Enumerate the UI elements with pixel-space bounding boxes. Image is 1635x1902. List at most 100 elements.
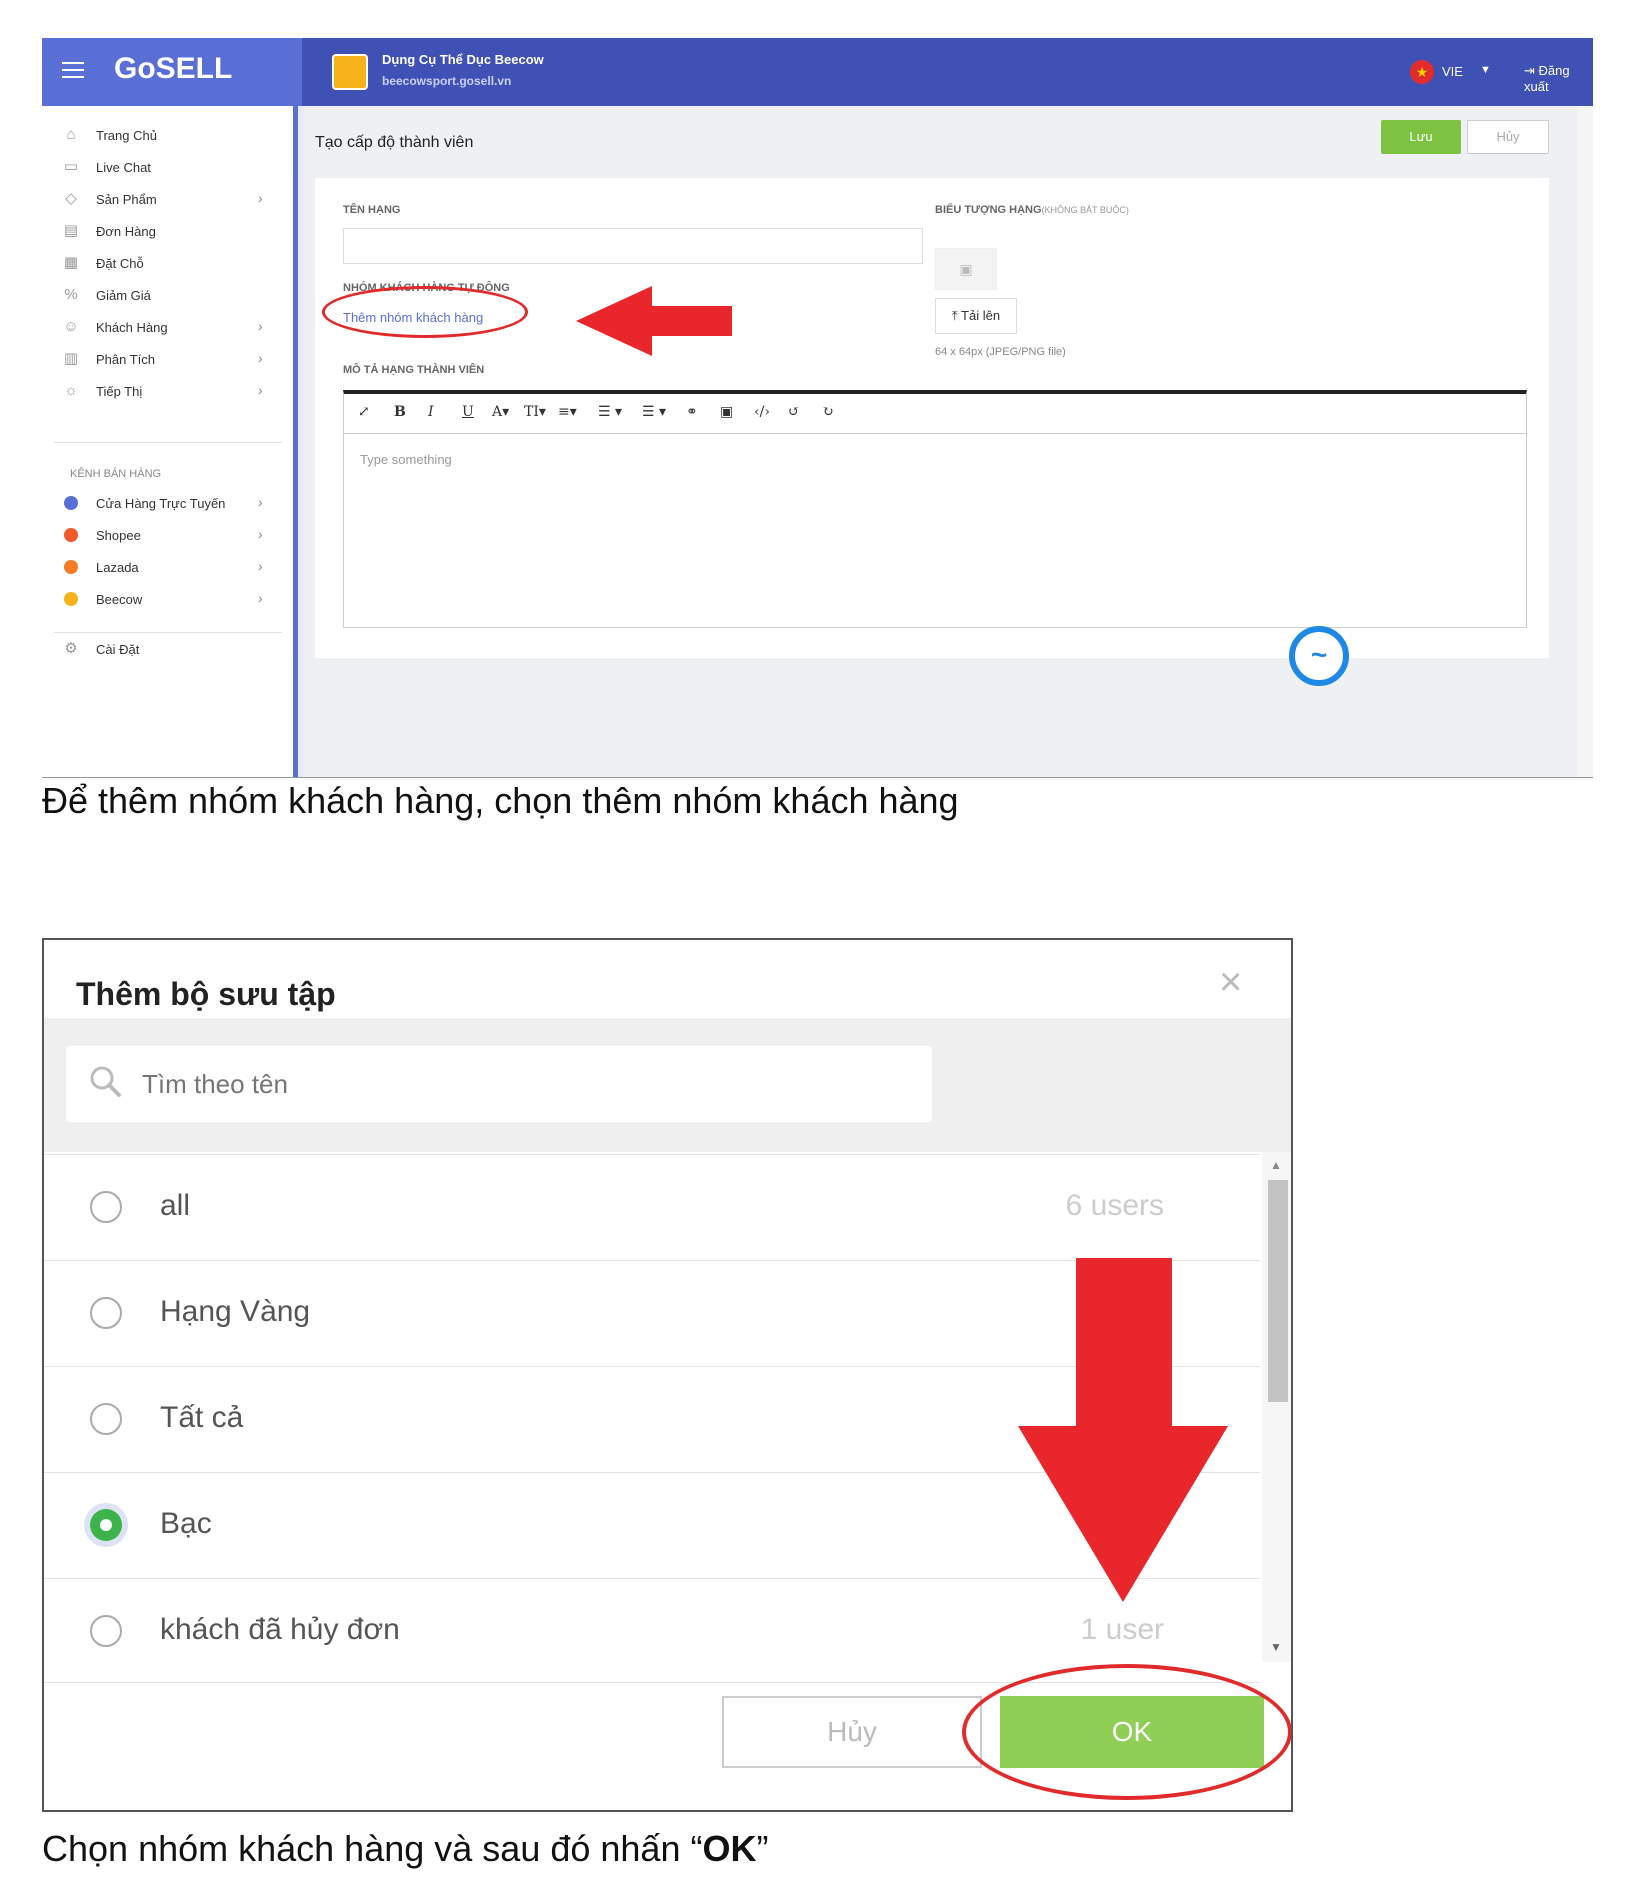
chevron-right-icon: ›: [258, 526, 263, 542]
sidebar-item[interactable]: ▥ Phân Tích ›: [42, 344, 282, 374]
editor-placeholder: Type something: [360, 452, 452, 467]
vietnam-flag-icon: ★: [1410, 60, 1434, 84]
sidebar-channel-item[interactable]: Shopee ›: [42, 520, 282, 550]
modal-cancel-button[interactable]: Hủy: [722, 1696, 982, 1768]
group-user-count: 1 user: [1080, 1613, 1164, 1646]
hamburger-menu-icon[interactable]: [62, 62, 84, 80]
sidebar-item[interactable]: ☼ Tiếp Thị ›: [42, 376, 282, 406]
radio-button[interactable]: [90, 1297, 122, 1329]
font-color-icon[interactable]: A▾: [492, 404, 509, 420]
sidebar-item-settings[interactable]: ⚙ Cài Đặt: [42, 634, 282, 664]
undo-icon[interactable]: ↺: [788, 404, 800, 420]
caret-down-icon[interactable]: ▼: [1480, 64, 1491, 76]
lightbulb-icon: ☼: [64, 382, 78, 399]
list-scrollbar[interactable]: ▲ ▼: [1262, 1152, 1291, 1662]
bar-chart-icon: ▥: [63, 350, 79, 367]
fullscreen-icon[interactable]: ⤢: [358, 404, 370, 420]
screenshot-create-member-level: GoSELL Dụng Cụ Thể Dục Beecow beecowspor…: [42, 38, 1593, 778]
rank-name-label: TÊN HẠNG: [343, 204, 401, 216]
sidebar-channel-item[interactable]: Lazada ›: [42, 552, 282, 582]
upload-button[interactable]: ⤒ Tải lên: [935, 298, 1017, 334]
code-icon[interactable]: ‹/›: [754, 404, 770, 420]
sidebar-divider: [54, 442, 282, 443]
sidebar-channel-item[interactable]: Cửa Hàng Trực Tuyến ›: [42, 488, 282, 518]
sidebar-channel-item[interactable]: Beecow ›: [42, 584, 282, 614]
modal-title: Thêm bộ sưu tập: [76, 976, 336, 1012]
radio-button[interactable]: [90, 1191, 122, 1223]
form-card: TÊN HẠNG NHÓM KHÁCH HÀNG TỰ ĐỘNG Thêm nh…: [315, 178, 1549, 658]
sidebar-item-label: Shopee: [96, 528, 141, 543]
sidebar-item-label: Live Chat: [96, 160, 151, 175]
scrollbar-thumb[interactable]: [1268, 1180, 1288, 1402]
chevron-right-icon: ›: [258, 350, 263, 366]
sidebar-item[interactable]: ▭ Live Chat: [42, 152, 282, 182]
search-input[interactable]: [142, 1046, 902, 1122]
sidebar-item[interactable]: ⌂ Trang Chủ: [42, 120, 282, 150]
scroll-down-icon[interactable]: ▼: [1270, 1640, 1282, 1654]
image-icon[interactable]: ▣: [720, 404, 733, 420]
messenger-icon[interactable]: ~: [1289, 626, 1349, 686]
caption-step-1: Để thêm nhóm khách hàng, chọn thêm nhóm …: [42, 780, 959, 821]
calendar-icon: ▦: [63, 254, 79, 271]
home-icon: ⌂: [66, 126, 76, 143]
link-icon[interactable]: ⚭: [686, 404, 698, 420]
scroll-up-icon[interactable]: ▲: [1270, 1158, 1282, 1172]
page-scrollbar[interactable]: [1577, 106, 1593, 777]
store-logo-icon: [332, 54, 368, 90]
bold-icon[interactable]: B: [394, 404, 406, 420]
sidebar-item[interactable]: % Giảm Giá: [42, 280, 282, 310]
group-name: all: [160, 1189, 191, 1222]
radio-button[interactable]: [90, 1615, 122, 1647]
red-arrow-left-icon: [576, 286, 732, 356]
annotation-ellipse: [322, 286, 528, 338]
chevron-right-icon: ›: [258, 318, 263, 334]
gosell-logo: GoSELL: [114, 52, 233, 85]
logout-button[interactable]: ⇥ Đăng xuất: [1524, 63, 1593, 94]
unordered-list-icon[interactable]: ☰ ▾: [642, 404, 666, 420]
font-size-icon[interactable]: TI▾: [524, 404, 546, 420]
chevron-right-icon: ›: [258, 494, 263, 510]
group-name: Tất cả: [160, 1401, 244, 1434]
close-icon[interactable]: ×: [1219, 960, 1242, 1005]
sidebar-item[interactable]: ☺ Khách Hàng ›: [42, 312, 282, 342]
sidebar-item-label: Tiếp Thị: [96, 384, 143, 399]
sales-channel-title: KÊNH BÁN HÀNG: [70, 468, 162, 480]
description-label: MÔ TẢ HẠNG THÀNH VIÊN: [343, 364, 485, 376]
ordered-list-icon[interactable]: ☰ ▾: [598, 404, 622, 420]
search-box[interactable]: [66, 1046, 932, 1122]
sidebar-item-label: Đơn Hàng: [96, 224, 156, 239]
percent-icon: %: [64, 286, 78, 303]
tag-icon: ◇: [65, 190, 77, 207]
sidebar-item[interactable]: ◇ Sản Phẩm ›: [42, 184, 282, 214]
list-item[interactable]: all 6 users: [44, 1154, 1260, 1260]
align-icon[interactable]: ≡▾: [558, 404, 577, 420]
annotation-ellipse: [962, 1664, 1291, 1800]
rich-text-editor[interactable]: ⤢ B I U A▾ TI▾ ≡▾ ☰ ▾ ☰ ▾ ⚭ ▣ ‹/› ↺ ↻ Ty…: [343, 390, 1527, 628]
language-selector[interactable]: VIE: [1442, 64, 1463, 79]
search-band: [44, 1018, 1291, 1152]
top-header: Dụng Cụ Thể Dục Beecow beecowsport.gosel…: [302, 38, 1593, 106]
image-placeholder-icon: ▣: [935, 248, 997, 290]
radio-button[interactable]: [90, 1509, 122, 1541]
sidebar-item-label: Beecow: [96, 592, 143, 607]
save-button[interactable]: Lưu: [1381, 120, 1461, 154]
sidebar-item-label: Phân Tích: [96, 352, 156, 367]
sidebar-item-label: Trang Chủ: [96, 128, 157, 143]
sidebar-item-label: Đặt Chỗ: [96, 256, 144, 271]
redo-icon[interactable]: ↻: [822, 404, 834, 420]
store-url[interactable]: beecowsport.gosell.vn: [382, 74, 511, 88]
radio-button[interactable]: [90, 1403, 122, 1435]
receipt-icon: ▤: [63, 222, 79, 239]
sidebar-item[interactable]: ▦ Đặt Chỗ: [42, 248, 282, 278]
store-name: Dụng Cụ Thể Dục Beecow: [382, 52, 544, 67]
group-name: khách đã hủy đơn: [160, 1613, 400, 1646]
channel-dot-icon: [64, 592, 78, 606]
caption-bold: OK: [702, 1828, 757, 1869]
sidebar-item[interactable]: ▤ Đơn Hàng: [42, 216, 282, 246]
italic-icon[interactable]: I: [428, 404, 434, 420]
underline-icon[interactable]: U: [462, 404, 474, 420]
rank-name-input[interactable]: [343, 228, 923, 264]
upload-hint: 64 x 64px (JPEG/PNG file): [935, 346, 1066, 358]
cancel-button[interactable]: Hủy: [1467, 120, 1549, 154]
chevron-right-icon: ›: [258, 590, 263, 606]
